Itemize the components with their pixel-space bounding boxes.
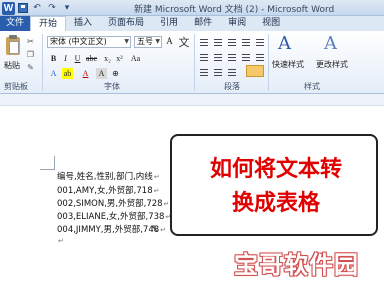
callout-box: 如何将文本转 换成表格 (170, 134, 378, 236)
ruler (0, 94, 384, 106)
text-effect-icon[interactable]: A (48, 68, 59, 79)
bullets-icon[interactable] (198, 37, 210, 48)
callout-line-1: 如何将文本转 (209, 156, 342, 182)
format-painter-icon[interactable]: ✎ (26, 63, 35, 72)
paste-button[interactable]: 粘贴 (4, 60, 20, 71)
tab-mailings[interactable]: 邮件 (186, 16, 220, 31)
show-hide-marks-icon[interactable] (246, 65, 264, 77)
grow-font-button[interactable]: A (164, 36, 175, 47)
empty-line[interactable]: ↵ (57, 236, 64, 246)
paragraph-mark: ↵ (153, 187, 160, 195)
margin-corner-mark (54, 156, 55, 170)
justify-icon[interactable] (240, 52, 252, 63)
clipboard-group-label: 剪贴板 (4, 82, 28, 91)
watermark-logo: 宝哥软件园 (234, 245, 376, 281)
distribute-icon[interactable] (254, 52, 266, 63)
tab-file[interactable]: 文件 (0, 16, 30, 31)
save-icon[interactable] (18, 3, 28, 13)
underline-button[interactable]: U (72, 53, 83, 64)
word-logo-icon[interactable]: W (2, 1, 15, 15)
customize-qat-icon[interactable]: ▾ (61, 2, 73, 14)
copy-icon[interactable]: ❐ (26, 50, 35, 59)
quick-styles-button[interactable]: 快速样式 (272, 59, 304, 70)
paragraph-group-label: 段落 (224, 82, 240, 91)
quick-styles-icon[interactable]: A (278, 33, 291, 54)
group-divider (268, 34, 269, 91)
group-divider (42, 34, 43, 91)
bold-button[interactable]: B (48, 53, 59, 64)
document-line[interactable]: 003,ELIANE,女,外贸部,738↵ (57, 210, 171, 222)
undo-icon[interactable]: ↶ (31, 2, 43, 14)
quick-access-toolbar: W ↶ ↷ ▾ (2, 1, 73, 15)
line-text: 编号,姓名,性别,部门,内线 (57, 172, 153, 182)
group-divider (194, 34, 195, 91)
chevron-down-icon: ▼ (155, 38, 160, 45)
watermark-text: 宝哥软件园 (234, 251, 359, 279)
align-left-icon[interactable] (198, 52, 210, 63)
font-size-select[interactable]: 五号 ▼ (134, 36, 162, 48)
align-center-icon[interactable] (212, 52, 224, 63)
paragraph-mark: ↵ (153, 173, 160, 181)
paragraph-mark: ↵ (58, 237, 64, 245)
document-line[interactable]: 编号,姓名,性别,部门,内线↵ (57, 170, 160, 182)
font-group-label: 字体 (104, 82, 120, 91)
font-name-value: 宋体 (中文正文) (50, 37, 107, 46)
paste-icon[interactable] (4, 34, 22, 58)
italic-button[interactable]: I (60, 53, 71, 64)
phonetic-guide-icon[interactable]: 文 (177, 36, 191, 50)
change-styles-icon[interactable]: A (324, 33, 337, 54)
redo-icon[interactable]: ↷ (46, 2, 58, 14)
tab-insert[interactable]: 插入 (66, 16, 100, 31)
word-window: W ↶ ↷ ▾ 新建 Microsoft Word 文档 (2) - Micro… (0, 0, 384, 288)
line-text: 001,AMY,女,外贸部,718 (57, 186, 153, 196)
paragraph-mark: ↵ (160, 226, 167, 234)
chevron-down-icon: ▼ (124, 38, 129, 45)
increase-indent-icon[interactable] (254, 37, 266, 48)
decrease-indent-icon[interactable] (240, 37, 252, 48)
shading-icon[interactable] (212, 67, 224, 78)
strikethrough-icon[interactable]: abc (86, 53, 97, 64)
title-bar: W ↶ ↷ ▾ 新建 Microsoft Word 文档 (2) - Micro… (0, 0, 384, 16)
tab-review[interactable]: 审阅 (220, 16, 254, 31)
tab-references[interactable]: 引用 (152, 16, 186, 31)
subscript-icon[interactable]: x₂ (102, 53, 113, 64)
document-line[interactable]: 002,SIMON,男,外贸部,728↵ (57, 197, 169, 209)
styles-group-label: 样式 (304, 82, 320, 91)
align-right-icon[interactable] (226, 52, 238, 63)
numbering-icon[interactable] (212, 37, 224, 48)
tab-home[interactable]: 开始 (30, 16, 67, 31)
font-color-icon[interactable]: A (80, 68, 91, 79)
font-name-select[interactable]: 宋体 (中文正文) ▼ (47, 36, 131, 48)
multilevel-list-icon[interactable] (226, 37, 238, 48)
clear-format-button[interactable]: Aa (130, 53, 141, 64)
line-text: 003,ELIANE,女,外贸部,738 (57, 212, 165, 222)
mouse-cursor-icon: ↖ (150, 222, 160, 235)
ribbon-tabs: 文件 开始 插入 页面布局 引用 邮件 审阅 视图 (0, 16, 384, 31)
font-size-value: 五号 (137, 37, 153, 46)
char-shading-icon[interactable]: A (96, 68, 107, 79)
highlight-icon[interactable]: ab (62, 68, 73, 79)
callout-line-2: 换成表格 (231, 190, 320, 216)
tab-view[interactable]: 视图 (254, 16, 288, 31)
tab-page-layout[interactable]: 页面布局 (100, 16, 152, 31)
superscript-icon[interactable]: x² (114, 53, 125, 64)
borders-icon[interactable] (226, 67, 238, 78)
enclose-char-icon[interactable]: ⊕ (110, 68, 121, 79)
cut-icon[interactable]: ✂ (26, 37, 35, 46)
line-spacing-icon[interactable] (198, 67, 210, 78)
ribbon: 粘贴 ✂ ❐ ✎ 剪贴板 宋体 (中文正文) ▼ 五号 ▼ A 文 B I U … (0, 31, 384, 94)
change-styles-button[interactable]: 更改样式 (316, 59, 348, 70)
paragraph-mark: ↵ (163, 200, 170, 208)
line-text: 004,JIMMY,男,外贸部,748 (57, 225, 160, 235)
margin-corner-mark (40, 169, 55, 170)
line-text: 002,SIMON,男,外贸部,728 (57, 199, 163, 209)
document-line[interactable]: 001,AMY,女,外贸部,718↵ (57, 184, 159, 196)
window-title: 新建 Microsoft Word 文档 (2) - Microsoft Wor… (134, 5, 335, 15)
